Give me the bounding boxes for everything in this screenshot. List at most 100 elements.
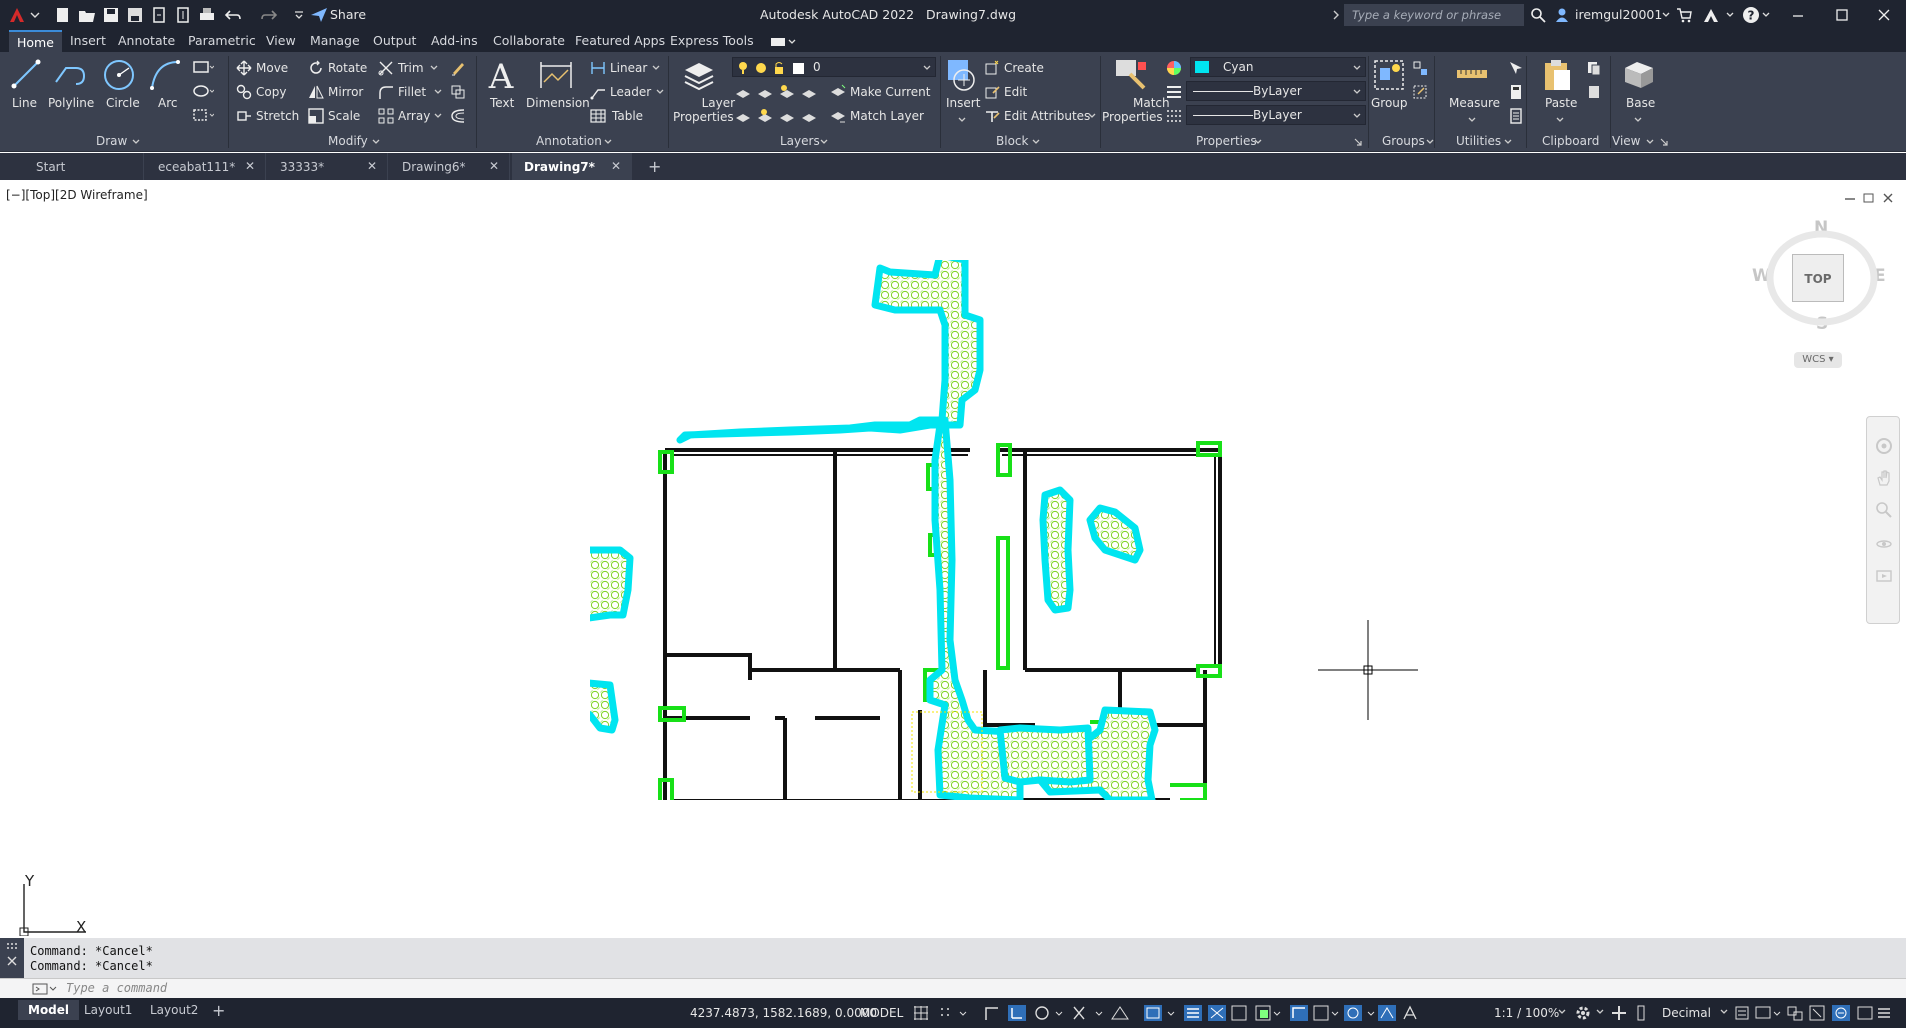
match-layer-button[interactable]: Match Layer [850,109,924,123]
tab-annotate[interactable]: Annotate [118,33,175,48]
open-web-icon[interactable] [150,7,168,23]
move-icon[interactable] [236,60,252,76]
match-properties-icon[interactable] [1114,58,1148,92]
file-tab-eceabat111[interactable]: eceabat111* ✕ [146,153,266,180]
command-prompt-icon[interactable] [32,982,58,996]
layout-tab-layout1[interactable]: Layout1 [74,1000,142,1020]
stretch-icon[interactable] [236,108,252,124]
units-icon[interactable] [1636,1004,1646,1022]
tab-featured-apps[interactable]: Featured Apps [575,33,665,48]
customize-toolbar-icon[interactable] [294,7,304,23]
properties-panel-title[interactable]: Properties [1196,134,1257,148]
rotate-button[interactable]: Rotate [328,61,367,75]
measure-button[interactable]: Measure [1449,96,1500,110]
linear-dropdown-chevron-icon[interactable] [652,64,660,72]
linear-button[interactable]: Linear [610,61,647,75]
coordinates-readout[interactable]: 4237.4873, 1582.1689, 0.0000 [690,1006,877,1020]
properties-dialog-launcher-icon[interactable] [1354,138,1362,146]
array-button[interactable]: Array [398,109,430,123]
save-icon[interactable] [102,7,120,23]
ribbon-display-toggle-icon[interactable] [770,36,796,48]
user-icon[interactable] [1554,7,1570,23]
annotation-panel-expand-icon[interactable] [604,138,612,146]
undo-icon[interactable] [224,7,242,23]
tab-add-ins[interactable]: Add-ins [431,33,478,48]
line-button[interactable]: Line [12,96,37,110]
id-point-icon[interactable] [1508,108,1524,124]
trim-icon[interactable] [378,60,394,76]
annotation-panel-title[interactable]: Annotation [536,134,602,148]
table-icon[interactable] [590,108,606,124]
autodesk-apps-icon[interactable] [1702,7,1720,23]
pan-hand-icon[interactable] [1875,469,1893,487]
text-button[interactable]: Text [490,96,514,110]
workspace-chevron-icon[interactable] [1596,1008,1604,1016]
match-properties-button[interactable]: Match Properties [1102,96,1173,124]
redo-icon[interactable] [260,7,278,23]
close-tab-icon[interactable]: ✕ [489,159,499,173]
save-web-icon[interactable] [174,7,192,23]
tab-view[interactable]: View [266,33,296,48]
file-tab-33333[interactable]: 33333* ✕ [268,153,388,180]
file-tab-drawing7[interactable]: Drawing7* ✕ [512,153,632,180]
rotate-icon[interactable] [308,60,324,76]
layout-tab-model[interactable]: Model [18,1000,80,1020]
text-icon[interactable]: A [486,58,516,94]
help-icon[interactable]: ? [1742,6,1760,24]
status-right-tools-icons[interactable] [1734,1004,1894,1022]
search-expand-chevron-icon[interactable] [1332,9,1340,21]
measure-icon[interactable] [1456,62,1488,86]
polyline-button[interactable]: Polyline [48,96,94,110]
fillet-button[interactable]: Fillet [398,85,426,99]
file-tab-drawing6[interactable]: Drawing6* ✕ [390,153,510,180]
units-value[interactable]: Decimal [1662,1006,1711,1020]
edit-attributes-button[interactable]: Edit Attributes [1004,109,1090,123]
viewport-window-controls-icon[interactable] [1842,192,1898,204]
plot-icon[interactable] [198,7,216,23]
group-icon[interactable] [1372,58,1406,92]
trim-button[interactable]: Trim [398,61,424,75]
cart-icon[interactable] [1676,7,1692,23]
help-menu-chevron-icon[interactable] [1762,10,1770,20]
rectangle-icon[interactable] [192,60,214,74]
trim-dropdown-chevron-icon[interactable] [430,64,438,72]
leader-button[interactable]: Leader [610,85,651,99]
groups-panel-title[interactable]: Groups [1382,134,1425,148]
search-icon[interactable] [1530,7,1546,23]
boundary-icon[interactable] [192,108,214,122]
close-tab-icon[interactable]: ✕ [611,159,621,173]
arc-button[interactable]: Arc [158,96,177,110]
layers-panel-title[interactable]: Layers [780,134,820,148]
paste-dropdown-chevron-icon[interactable] [1556,116,1564,124]
move-button[interactable]: Move [256,61,288,75]
leader-icon[interactable] [590,84,606,100]
user-menu-chevron-icon[interactable] [1662,10,1670,20]
fillet-dropdown-chevron-icon[interactable] [434,88,442,96]
autocad-logo-icon[interactable] [8,7,26,23]
app-menu-chevron-icon[interactable] [30,7,40,23]
calculator-icon[interactable] [1508,84,1524,100]
command-input[interactable]: Type a command [66,981,167,995]
offset-icon[interactable] [450,108,466,124]
viewport-controls-label[interactable]: [−][Top][2D Wireframe] [6,188,148,202]
create-button[interactable]: Create [1004,61,1044,75]
annotation-monitor-plus-icon[interactable] [1610,1004,1628,1022]
close-command-line-icon[interactable] [7,956,17,966]
open-file-icon[interactable] [78,7,96,23]
array-dropdown-chevron-icon[interactable] [434,112,442,120]
new-tab-plus-icon[interactable]: + [648,157,661,176]
tab-parametric[interactable]: Parametric [188,33,256,48]
drawing-viewport[interactable]: [−][Top][2D Wireframe] N W E S TOP WCS ▾… [0,180,1906,938]
search-input[interactable]: Type a keyword or phrase [1344,4,1524,26]
modify-panel-expand-icon[interactable] [372,138,380,146]
layer-properties-icon[interactable] [682,58,716,92]
drafting-aids-toolbar-icons[interactable] [912,1004,1432,1022]
grip-dots-icon[interactable] [6,942,18,950]
make-current-icon[interactable] [830,84,846,100]
circle-button[interactable]: Circle [106,96,140,110]
match-layer-icon[interactable] [830,108,846,124]
showmotion-icon[interactable] [1875,567,1893,585]
color-dropdown[interactable]: Cyan [1190,57,1366,77]
minimize-icon[interactable] [1778,3,1818,27]
create-block-icon[interactable] [984,60,1000,76]
